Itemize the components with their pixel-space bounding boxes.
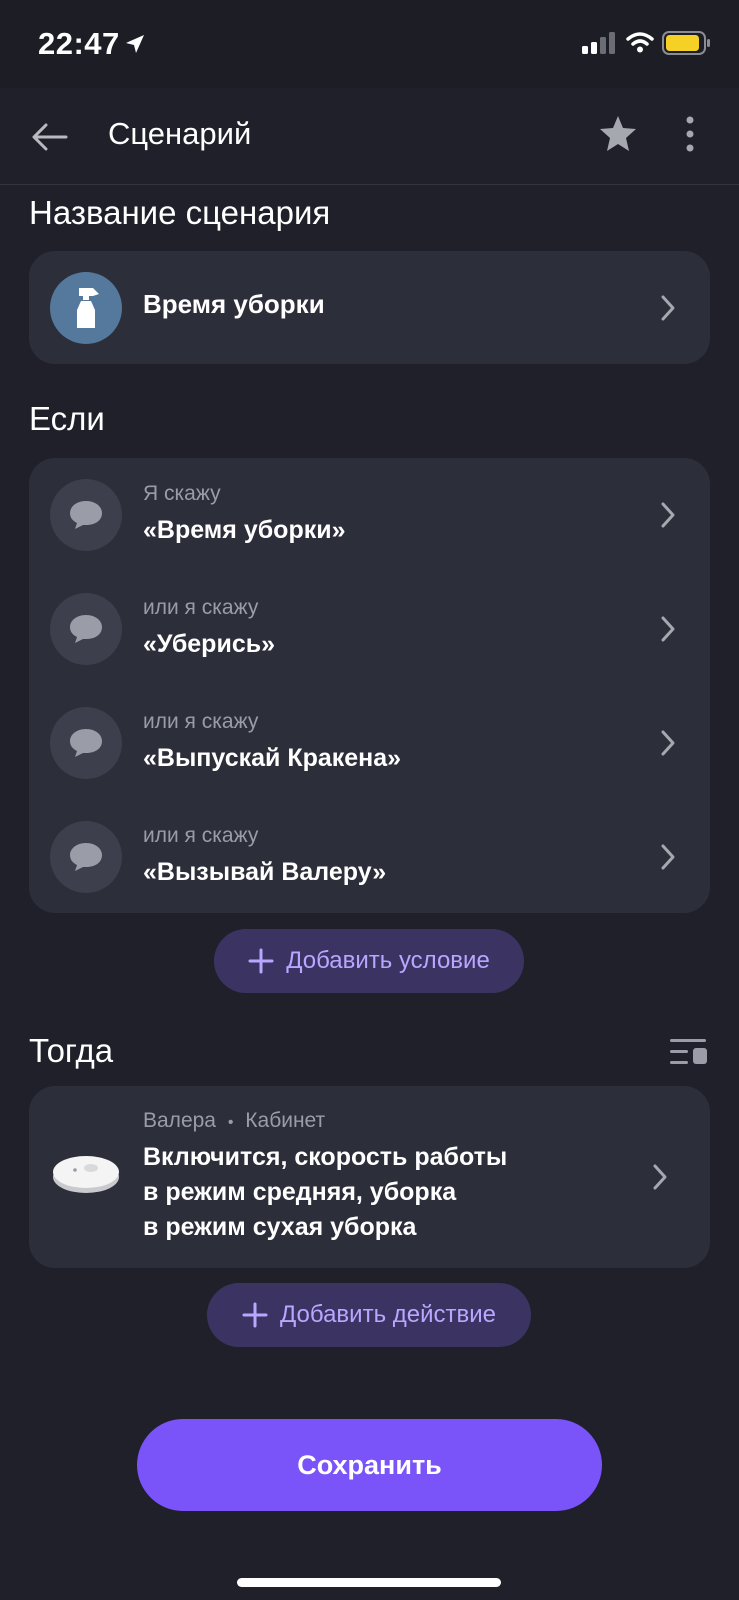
app-bar: Сценарий [0,88,739,185]
spray-bottle-icon [77,288,99,328]
condition-phrase: «Время уборки» [143,516,346,544]
more-vertical-icon[interactable] [672,112,708,156]
add-action-button[interactable]: Добавить действие [207,1283,531,1347]
add-action-label: Добавить действие [280,1301,496,1328]
plus-icon [248,948,274,974]
action-card[interactable]: Валера • Кабинет Включится, скорость раб… [29,1086,710,1268]
scenario-name-card[interactable]: Время уборки [29,251,710,364]
location-arrow-icon [126,35,144,53]
scenario-icon [50,272,122,344]
scenario-name: Время уборки [143,289,325,319]
action-separator: • [227,1114,234,1131]
condition-phrase: «Вызывай Валеру» [143,858,387,886]
star-icon[interactable] [596,112,640,156]
add-condition-label: Добавить условие [286,947,490,974]
action-room: Кабинет [245,1109,326,1132]
condition-row[interactable]: или я скажу «Выпускай Кракена» [29,686,710,800]
status-bar: 22:47 [0,0,739,88]
name-section-title: Название сценария [29,194,331,231]
wifi-icon [626,32,654,53]
status-time: 22:47 [38,26,120,61]
condition-row[interactable]: Я скажу «Время уборки» [29,458,710,572]
action-device-line: Валера • Кабинет [143,1109,325,1133]
condition-phrase: «Выпускай Кракена» [143,744,402,772]
signal-icon [582,32,615,54]
battery-icon [662,31,710,55]
chevron-right-icon [661,616,675,642]
if-section-title: Если [29,400,105,437]
condition-icon [50,707,122,779]
chevron-right-icon [653,1164,667,1190]
save-button[interactable]: Сохранить [137,1419,602,1511]
robot-vacuum-icon [53,1156,119,1193]
sort-icon[interactable] [670,1038,708,1066]
condition-icon [50,479,122,551]
speech-bubble-icon [70,501,102,529]
plus-icon [242,1302,268,1328]
chevron-right-icon [661,844,675,870]
chevron-right-icon [661,502,675,528]
action-line-2: в режим средняя, уборка [143,1178,457,1206]
condition-phrase: «Уберись» [143,630,275,658]
speech-bubble-icon [70,729,102,757]
page-title: Сценарий [108,116,252,151]
condition-icon [50,593,122,665]
back-arrow-icon[interactable] [28,115,72,159]
conditions-card: Я скажу «Время уборки» или я скажу «Убер… [29,458,710,913]
speech-bubble-icon [70,843,102,871]
action-device: Валера [143,1109,216,1132]
condition-sub: Я скажу [143,482,221,505]
chevron-right-icon [661,730,675,756]
condition-row[interactable]: или я скажу «Вызывай Валеру» [29,800,710,913]
action-line-3: в режим сухая уборка [143,1213,417,1241]
add-condition-button[interactable]: Добавить условие [214,929,524,993]
chevron-right-icon [661,295,675,321]
then-section-title: Тогда [29,1032,114,1069]
condition-row[interactable]: или я скажу «Уберись» [29,572,710,686]
action-line-1: Включится, скорость работы [143,1143,508,1171]
condition-icon [50,821,122,893]
speech-bubble-icon [70,615,102,643]
condition-sub: или я скажу [143,596,259,619]
condition-sub: или я скажу [143,710,259,733]
home-indicator [237,1578,501,1587]
condition-sub: или я скажу [143,824,259,847]
